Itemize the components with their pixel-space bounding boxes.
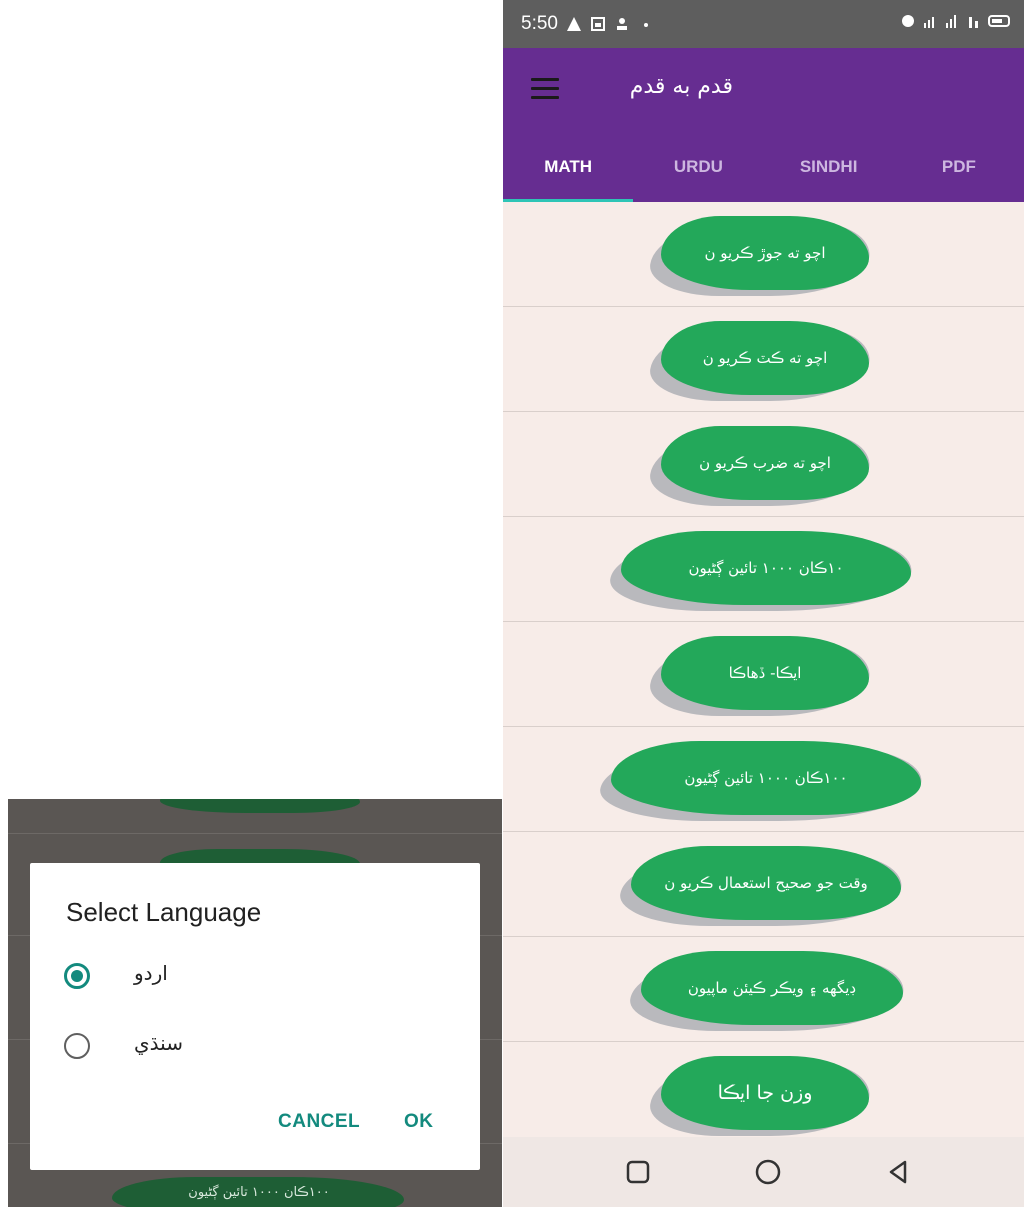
lesson-brush-button[interactable]: ١٠ڪان ١٠٠٠ تائين ڳڻيون: [605, 531, 917, 611]
background-lesson-label: ١٠٠ڪان ١٠٠٠ تائين ڳڻيون: [188, 1185, 330, 1200]
dialog-screen: ١٠٠ڪان ١٠٠٠ تائين ڳڻيون Select Language …: [8, 799, 502, 1207]
status-left: 5:50: [521, 13, 654, 35]
dot-icon: [643, 23, 648, 27]
lesson-label: ايڪا- ڏهاڪا: [728, 664, 802, 682]
list-item: ١٠٠ڪان ١٠٠٠ تائين ڳڻيون: [503, 727, 1024, 832]
radio-selected-icon[interactable]: [64, 963, 90, 989]
list-item: اچو ته ڪٽ ڪريو ن: [503, 307, 1024, 412]
language-option-urdu[interactable]: اردو: [64, 957, 444, 997]
home-circle-icon[interactable]: [753, 1157, 783, 1187]
lesson-brush-button[interactable]: وزن جا ايڪا: [645, 1056, 875, 1136]
lesson-label: اچو ته جوڙ ڪريو ن: [704, 244, 826, 262]
language-dialog: Select Language اردو سنڌي CANCEL OK: [30, 863, 480, 1170]
person-icon: [616, 18, 627, 30]
status-time: 5:50: [521, 13, 558, 34]
lesson-label: اچو ته ضرب ڪريو ن: [699, 454, 831, 472]
phone-screen: 5:50 قدم به قدم MATH URDU SINDHI PDF اچو…: [503, 0, 1024, 1207]
hamburger-icon[interactable]: [531, 78, 559, 100]
signal-icon: [924, 17, 934, 28]
lesson-brush-button[interactable]: ايڪا- ڏهاڪا: [645, 636, 875, 716]
list-item: وزن جا ايڪا: [503, 1042, 1024, 1147]
option-label: اردو: [134, 961, 168, 985]
app-title: قدم به قدم: [629, 74, 733, 99]
warning-icon: [566, 17, 581, 31]
list-item: اچو ته جوڙ ڪريو ن: [503, 202, 1024, 307]
dialog-title: Select Language: [66, 897, 262, 927]
tab-urdu[interactable]: URDU: [633, 144, 763, 202]
language-option-sindhi[interactable]: سنڌي: [64, 1027, 444, 1067]
signal-icon: [946, 15, 956, 28]
status-right: [900, 13, 1012, 29]
cancel-button[interactable]: CANCEL: [278, 1111, 360, 1133]
lesson-brush-button[interactable]: اچو ته جوڙ ڪريو ن: [645, 216, 875, 296]
lesson-label: ١٠ڪان ١٠٠٠ تائين ڳڻيون: [688, 559, 844, 577]
status-bar: 5:50: [503, 0, 1024, 48]
lesson-label: وزن جا ايڪا: [717, 1082, 813, 1104]
image-icon: [590, 17, 605, 31]
list-item: اچو ته ضرب ڪريو ن: [503, 412, 1024, 517]
radio-unselected-icon[interactable]: [64, 1033, 90, 1059]
system-nav-bar: [503, 1137, 1024, 1207]
app-bar: قدم به قدم MATH URDU SINDHI PDF: [503, 48, 1024, 202]
tab-math[interactable]: MATH: [503, 144, 634, 202]
wifi-icon: [969, 17, 978, 28]
background-brush: [160, 799, 360, 813]
tab-sindhi[interactable]: SINDHI: [764, 144, 894, 202]
lesson-label: وقت جو صحيح استعمال ڪريو ن: [664, 874, 868, 892]
option-label: سنڌي: [134, 1031, 183, 1055]
back-triangle-icon[interactable]: [883, 1157, 913, 1187]
lesson-label: ١٠٠ڪان ١٠٠٠ تائين ڳڻيون: [684, 769, 848, 787]
recents-square-icon[interactable]: [623, 1157, 653, 1187]
lesson-brush-button[interactable]: اچو ته ضرب ڪريو ن: [645, 426, 875, 506]
lesson-brush-button[interactable]: اچو ته ڪٽ ڪريو ن: [645, 321, 875, 401]
lesson-list: اچو ته جوڙ ڪريو ن اچو ته ڪٽ ڪريو ن اچو ت…: [503, 202, 1024, 1147]
tab-pdf[interactable]: PDF: [894, 144, 1024, 202]
battery-icon: [988, 15, 1010, 27]
list-item: ڊيگهه ۽ ويڪر ڪيئن ماپيون: [503, 937, 1024, 1042]
list-item: ١٠ڪان ١٠٠٠ تائين ڳڻيون: [503, 517, 1024, 622]
lesson-label: ڊيگهه ۽ ويڪر ڪيئن ماپيون: [687, 979, 857, 997]
lesson-brush-button[interactable]: وقت جو صحيح استعمال ڪريو ن: [615, 846, 907, 926]
list-item: وقت جو صحيح استعمال ڪريو ن: [503, 832, 1024, 937]
list-item: ايڪا- ڏهاڪا: [503, 622, 1024, 727]
tab-bar: MATH URDU SINDHI PDF: [503, 144, 1024, 202]
ok-button[interactable]: OK: [404, 1111, 434, 1133]
lesson-brush-button[interactable]: ڊيگهه ۽ ويڪر ڪيئن ماپيون: [625, 951, 909, 1031]
alarm-icon: [902, 15, 914, 27]
lesson-label: اچو ته ڪٽ ڪريو ن: [702, 349, 828, 367]
lesson-brush-button[interactable]: ١٠٠ڪان ١٠٠٠ تائين ڳڻيون: [595, 741, 927, 821]
divider: [8, 833, 502, 834]
